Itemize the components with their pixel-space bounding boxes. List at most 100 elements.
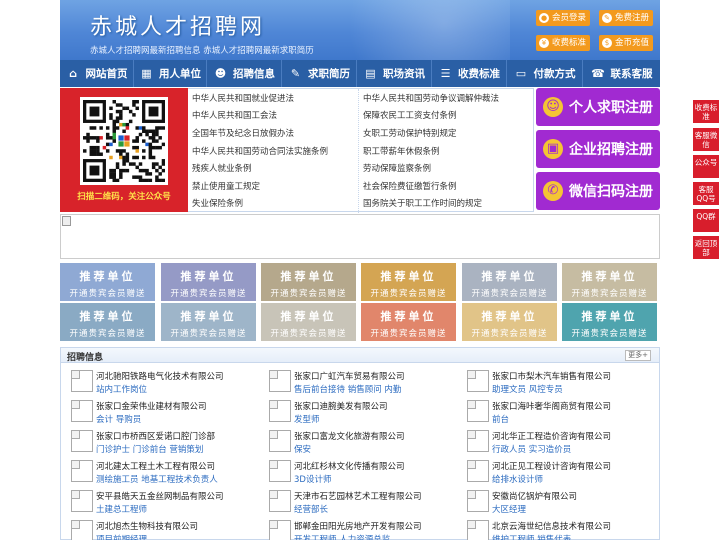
side-float-item[interactable]: 公众号 (693, 155, 719, 178)
more-link[interactable]: 更多+ (625, 350, 651, 361)
company-logo[interactable] (71, 460, 93, 482)
nav-item-home[interactable]: ⌂ 网站首页 (60, 60, 134, 87)
person-register-button[interactable]: ☺ 个人求职注册 (536, 88, 660, 126)
law-link[interactable]: 失业保险条例 (192, 197, 243, 209)
recommended-unit-card[interactable]: 推荐单位 开通贵宾会员赠送 (60, 263, 155, 301)
nav-item-fees[interactable]: ☰ 收费标准 (432, 60, 507, 87)
side-float-item[interactable]: 返回顶部 (693, 236, 719, 259)
company-name[interactable]: 张家口市梨木汽车销售有限公司 (492, 370, 611, 382)
company-logo[interactable] (467, 460, 489, 482)
company-logo[interactable] (71, 430, 93, 452)
company-name[interactable]: 河北华正工程造价咨询有限公司 (492, 430, 611, 442)
company-name[interactable]: 河北驰阳铁路电气化技术有限公司 (96, 370, 224, 382)
company-name[interactable]: 北京云海世纪信息技术有限公司 (492, 520, 611, 532)
side-float-item[interactable]: 客服微信 (693, 128, 719, 151)
recommended-unit-card[interactable]: 推荐单位 开通贵宾会员赠送 (60, 303, 155, 341)
nav-item-news[interactable]: ▤ 职场资讯 (357, 60, 432, 87)
recommended-unit-card[interactable]: 推荐单位 开通贵宾会员赠送 (261, 303, 356, 341)
law-link[interactable]: 社会保险费征缴暂行条例 (363, 180, 457, 192)
job-positions[interactable]: 保安 (294, 443, 311, 455)
company-logo[interactable] (467, 370, 489, 392)
ad-banner[interactable] (60, 214, 660, 259)
company-name[interactable]: 张家口金荣伟业建材有限公司 (96, 400, 207, 412)
recommended-unit-card[interactable]: 推荐单位 开通贵宾会员赠送 (161, 263, 256, 301)
pricing-button[interactable]: ¥ 收费标准 (536, 35, 591, 51)
company-name[interactable]: 张家口迪腕美发有限公司 (294, 400, 388, 412)
recommended-unit-card[interactable]: 推荐单位 开通贵宾会员赠送 (361, 263, 456, 301)
job-positions[interactable]: 助理文员 风控专员 (492, 383, 563, 395)
company-name[interactable]: 河北建太工程土木工程有限公司 (96, 460, 215, 472)
side-float-item[interactable]: QQ群 (693, 209, 719, 232)
company-logo[interactable] (71, 370, 93, 392)
side-float-item[interactable]: 收费标准 (693, 100, 719, 123)
recommended-unit-card[interactable]: 推荐单位 开通贵宾会员赠送 (161, 303, 256, 341)
register-button[interactable]: ✎ 免费注册 (599, 10, 654, 26)
job-positions[interactable]: 维护工程师 销售代表 (492, 533, 571, 540)
law-link[interactable]: 禁止使用童工规定 (192, 180, 260, 192)
recommended-unit-card[interactable]: 推荐单位 开通贵宾会员赠送 (562, 303, 657, 341)
side-float-item[interactable]: 客服QQ号 (693, 182, 719, 205)
law-link[interactable]: 劳动保障监察条例 (363, 162, 431, 174)
recharge-button[interactable]: $ 金币充值 (599, 35, 654, 51)
job-positions[interactable]: 3D设计师 (294, 473, 331, 485)
company-name[interactable]: 天津市石艺园林艺术工程有限公司 (294, 490, 422, 502)
job-positions[interactable]: 售后前台接待 销售顾问 内勤 (294, 383, 401, 395)
company-logo[interactable] (467, 400, 489, 422)
site-title[interactable]: 赤城人才招聘网 (90, 9, 265, 41)
job-positions[interactable]: 给排水设计师 (492, 473, 543, 485)
company-name[interactable]: 河北正见工程设计咨询有限公司 (492, 460, 611, 472)
law-link[interactable]: 女职工劳动保护特别规定 (363, 127, 457, 139)
company-name[interactable]: 河北红杉林文化传播有限公司 (294, 460, 405, 472)
job-positions[interactable]: 站内工作岗位 (96, 383, 147, 395)
company-name[interactable]: 安徽尚亿锅炉有限公司 (492, 490, 577, 502)
company-name[interactable]: 安平县皓天五金丝网制品有限公司 (96, 490, 224, 502)
company-logo[interactable] (269, 400, 291, 422)
company-logo[interactable] (467, 430, 489, 452)
job-positions[interactable]: 发型师 (294, 413, 320, 425)
nav-item-employers[interactable]: ▦ 用人单位 (134, 60, 207, 87)
company-name[interactable]: 河北旭杰生物科技有限公司 (96, 520, 198, 532)
company-logo[interactable] (269, 520, 291, 540)
company-logo[interactable] (467, 490, 489, 512)
company-name[interactable]: 张家口富龙文化旅游有限公司 (294, 430, 405, 442)
job-positions[interactable]: 项目前期经理 (96, 533, 147, 540)
law-link[interactable]: 中华人民共和国劳动合同法实施条例 (192, 145, 328, 157)
law-link[interactable]: 职工带薪年休假条例 (363, 145, 440, 157)
recommended-unit-card[interactable]: 推荐单位 开通贵宾会员赠送 (562, 263, 657, 301)
recommended-unit-card[interactable]: 推荐单位 开通贵宾会员赠送 (462, 263, 557, 301)
company-logo[interactable] (269, 370, 291, 392)
login-button[interactable]: ● 会员登录 (536, 10, 591, 26)
job-positions[interactable]: 前台 (492, 413, 509, 425)
nav-item-resumes[interactable]: ✎ 求职简历 (282, 60, 357, 87)
nav-item-jobs[interactable]: ☻ 招聘信息 (207, 60, 282, 87)
company-logo[interactable] (71, 490, 93, 512)
company-logo[interactable] (269, 490, 291, 512)
job-positions[interactable]: 门诊护士 门诊前台 营销策划 (96, 443, 203, 455)
company-logo[interactable] (467, 520, 489, 540)
job-positions[interactable]: 大区经理 (492, 503, 526, 515)
recommended-unit-card[interactable]: 推荐单位 开通贵宾会员赠送 (361, 303, 456, 341)
law-link[interactable]: 中华人民共和国工会法 (192, 109, 277, 121)
company-logo[interactable] (269, 430, 291, 452)
law-link[interactable]: 中华人民共和国劳动争议调解仲裁法 (363, 92, 499, 104)
law-link[interactable]: 残疾人就业条例 (192, 162, 252, 174)
law-link[interactable]: 保障农民工工资支付条例 (363, 109, 457, 121)
company-name[interactable]: 邯郸金田阳光房地产开发有限公司 (294, 520, 422, 532)
company-register-button[interactable]: ▣ 企业招聘注册 (536, 130, 660, 168)
company-name[interactable]: 张家口广虹汽车贸易有限公司 (294, 370, 405, 382)
company-name[interactable]: 张家口海咔奢华阁商贸有限公司 (492, 400, 611, 412)
recommended-unit-card[interactable]: 推荐单位 开通贵宾会员赠送 (462, 303, 557, 341)
job-positions[interactable]: 经营部长 (294, 503, 328, 515)
nav-item-contact[interactable]: ☎ 联系客服 (583, 60, 660, 87)
company-name[interactable]: 张家口市桥西区爱诺口腔门诊部 (96, 430, 215, 442)
law-link[interactable]: 全国年节及纪念日放假办法 (192, 127, 294, 139)
job-positions[interactable]: 开发工程师 人力资源总监 (294, 533, 390, 540)
job-positions[interactable]: 行政人员 实习造价员 (492, 443, 571, 455)
job-positions[interactable]: 会计 导购员 (96, 413, 141, 425)
recommended-unit-card[interactable]: 推荐单位 开通贵宾会员赠送 (261, 263, 356, 301)
company-logo[interactable] (71, 520, 93, 540)
company-logo[interactable] (269, 460, 291, 482)
job-positions[interactable]: 土建总工程师 (96, 503, 147, 515)
nav-item-payment[interactable]: ▭ 付款方式 (507, 60, 583, 87)
law-link[interactable]: 中华人民共和国就业促进法 (192, 92, 294, 104)
